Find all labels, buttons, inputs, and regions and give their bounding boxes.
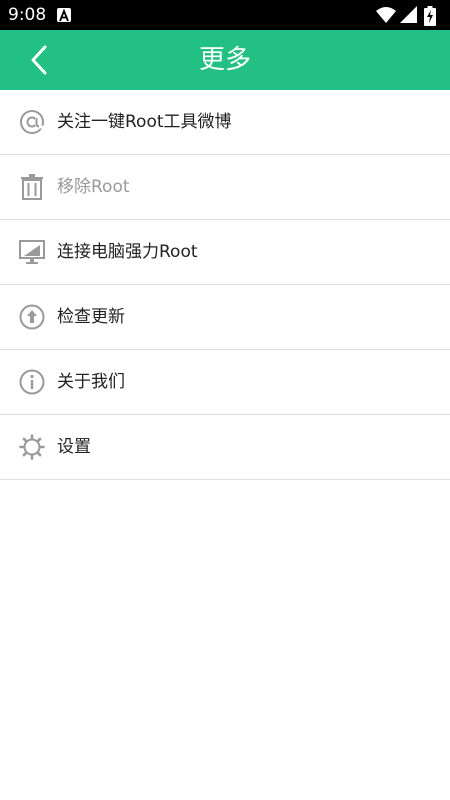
menu-item-label: 关注一键Root工具微博 (57, 112, 232, 132)
app-bar: 更多 (0, 30, 450, 90)
menu-item-remove-root[interactable]: 移除Root (0, 155, 450, 220)
status-bar: 9:08 (0, 0, 450, 30)
upload-circle-icon (18, 303, 46, 331)
menu-item-follow-weibo[interactable]: 关注一键Root工具微博 (0, 90, 450, 155)
menu-item-label: 设置 (57, 437, 91, 457)
gear-icon (18, 433, 46, 461)
menu-list: 关注一键Root工具微博 移除Root 连接电脑强力Root 检查更新 关于我们… (0, 90, 450, 480)
at-icon (18, 108, 46, 136)
page-title: 更多 (198, 45, 251, 75)
back-button[interactable] (20, 40, 60, 80)
menu-item-check-update[interactable]: 检查更新 (0, 285, 450, 350)
a-icon (57, 8, 71, 22)
menu-item-label: 检查更新 (57, 307, 125, 327)
menu-item-settings[interactable]: 设置 (0, 415, 450, 480)
menu-item-label: 关于我们 (57, 372, 125, 392)
wifi-icon (376, 7, 396, 23)
battery-icon (424, 6, 436, 26)
chevron-left-icon (31, 45, 47, 75)
menu-item-pc-root[interactable]: 连接电脑强力Root (0, 220, 450, 285)
menu-item-label: 连接电脑强力Root (57, 242, 198, 262)
menu-item-label: 移除Root (57, 177, 130, 197)
info-icon (18, 368, 46, 396)
trash-icon (18, 173, 46, 201)
monitor-icon (18, 238, 46, 266)
status-time: 9:08 (8, 5, 47, 25)
menu-item-about-us[interactable]: 关于我们 (0, 350, 450, 415)
signal-icon (400, 6, 417, 23)
